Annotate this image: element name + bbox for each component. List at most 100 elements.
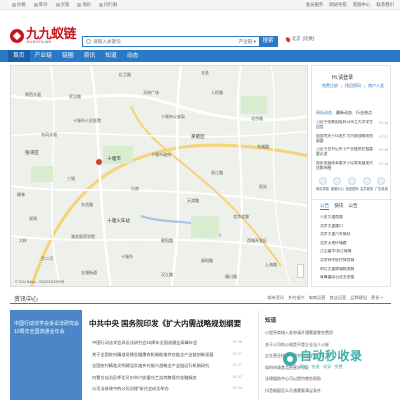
list-item[interactable]: 习近平总书记关于产业链供应链重要论述 07-15: [316, 147, 388, 161]
map-label-34: 五堰街道: [81, 270, 97, 275]
map-label-2: 五金: [201, 70, 209, 75]
map-label-32: 郧阳路: [201, 258, 213, 263]
map-label-27: 湖北医药学院: [71, 234, 95, 239]
search-category[interactable]: 产业链 ▾: [239, 37, 259, 46]
topbar-link-1[interactable]: 价格: [12, 2, 26, 8]
location-switch[interactable]: [切换]: [303, 36, 314, 42]
nav-dynamic[interactable]: 动态: [122, 50, 144, 62]
map-label-26: 大岭: [19, 238, 27, 243]
stock-icon: [33, 2, 38, 7]
quick-ads[interactable]: 广告投放: [375, 177, 388, 191]
map-label-11: 东风大道: [41, 132, 57, 137]
site-logo[interactable]: 九九蚁链 JIUJIUYILIAN: [10, 26, 77, 44]
list-item[interactable]: 国家发展改革委关于培育发展现代化都市圈 07-13: [316, 161, 388, 175]
site-nav-link[interactable]: 网站导航: [329, 2, 347, 8]
key-icon: [348, 177, 356, 185]
link-ecom[interactable]: 电商运营: [309, 295, 326, 301]
nav-news[interactable]: 资讯: [79, 50, 101, 62]
service-icon: [333, 177, 342, 185]
forget-link[interactable]: 找回密码: [345, 83, 361, 89]
quick-password[interactable]: 找回密码: [345, 177, 359, 191]
list-item[interactable]: 青峰嘉园石化五金楼: [320, 275, 390, 284]
list-item[interactable]: 国务院关于印发扩大内需战略规划纲要 07-17: [316, 134, 388, 148]
map-label-5: 天府广场: [143, 90, 159, 95]
tab-notice[interactable]: 公告: [320, 203, 330, 210]
map-label-4: 武当路: [69, 94, 81, 99]
tab-hot[interactable]: 行业热点: [356, 110, 372, 116]
buyer-icon: [55, 2, 60, 7]
list-item[interactable]: 北京大道汽车城站: [320, 232, 390, 241]
list-item[interactable]: 关于全国农村精准党建金融惠农机制助推供应链全产业链创新发展 07-17: [92, 352, 242, 364]
nav-know[interactable]: 知道: [100, 50, 122, 62]
list-item[interactable]: 抖音橱窗怎么开通需要满足条件: [265, 388, 390, 400]
knowledge-title: 知道: [265, 318, 277, 324]
service-link[interactable]: 客服中心: [353, 2, 371, 8]
side-list-2: 人民大道南路 北京大道路口 北京大道汽车城站 北京天地环城路 江山嘉华/浙江绿城…: [320, 215, 390, 284]
logo-icon: [10, 28, 24, 43]
tab-site-news[interactable]: 网站动态: [316, 110, 332, 116]
location: 北京 [切换]: [284, 35, 314, 43]
divider: [312, 199, 392, 200]
watermark-logo-icon: [283, 351, 297, 366]
list-item[interactable]: 内蒙古自治区呼伦贝尔市兴安盟乌兰浩特旗境内金融服务 07-17: [92, 375, 242, 387]
topbar-link-4[interactable]: 询价: [77, 2, 91, 8]
search-button[interactable]: 搜索: [259, 37, 277, 46]
map-label-1: 红卫路: [119, 72, 131, 77]
list-item[interactable]: 习近平给美国塔科马州立大学学生回信 07-14: [316, 120, 388, 134]
list-item[interactable]: 法律援助中心可以提供哪些帮助: [265, 376, 390, 388]
brand-name: 九九蚁链: [26, 26, 77, 41]
link-more[interactable]: 更多 >: [371, 295, 383, 301]
link-city[interactable]: 城市资讯: [267, 295, 284, 301]
seller-link[interactable]: 商户入驻: [368, 83, 384, 89]
search-bar: 产业链 ▾ 搜索: [82, 36, 278, 47]
topbar-link-2[interactable]: 库存: [33, 2, 48, 8]
side-tabs-2: 公告 快讯 公告: [320, 203, 358, 210]
quick-member[interactable]: 会员服务: [360, 177, 373, 191]
location-pin-icon: [284, 35, 292, 43]
tab-latest[interactable]: 最新动态: [336, 110, 352, 116]
user-sidebar: Hi,请登录 免费注册 | 找回密码 | 商户入驻 网站动态 最新动态 行业热点…: [311, 65, 392, 287]
headline[interactable]: 中共中央 国务院印发《扩大内需战略规划纲要: [89, 318, 241, 329]
list-item[interactable]: 江山嘉华/浙江绿城: [320, 249, 390, 258]
tab-notice-2[interactable]: 公告: [348, 203, 357, 210]
nav-home[interactable]: 首页: [8, 50, 30, 62]
ads-icon: [377, 177, 386, 185]
topbar-link-3[interactable]: 买家: [55, 2, 69, 8]
topbar-link-5[interactable]: 同行群: [99, 2, 117, 8]
map-label-16: 三堰: [67, 176, 75, 181]
list-item[interactable]: 明月大道商城物流城: [320, 267, 390, 276]
map-label-8: 十堰市人民医院: [73, 118, 101, 123]
member-icon: [362, 177, 371, 185]
list-item[interactable]: 全国农村精准文明建设实施乡村振兴战略全产业链运行机制研究 07-17: [92, 363, 242, 375]
list-item[interactable]: 北京四中医疗保险城: [320, 258, 390, 267]
city-map[interactable]: 红卫路 五金 鄂西大道 武当路 天府广场 十堰市 人民路 十堰市人民医院 十堰市…: [10, 65, 308, 287]
map-label-17: 浙江路: [211, 170, 223, 175]
search-input[interactable]: [93, 37, 239, 46]
register-link[interactable]: 免费注册: [322, 83, 338, 89]
list-item[interactable]: 公司法修改中的公司治理“研讨会成功举办 07-14: [92, 386, 242, 398]
quick-service[interactable]: 客服中心: [331, 177, 344, 191]
quick-nav[interactable]: 网站导航: [316, 177, 329, 191]
contact-link[interactable]: 联系我们: [376, 2, 394, 8]
nav-circle[interactable]: 链圈: [57, 50, 79, 62]
search-icon: [86, 39, 91, 44]
link-brand[interactable]: 品牌建设: [350, 295, 367, 301]
map-label-13: 张湾区: [25, 150, 39, 155]
map-label-29: 西城开发区: [247, 238, 267, 243]
link-biz[interactable]: 商业运营: [329, 295, 346, 301]
list-item[interactable]: 北京大道路口: [320, 224, 390, 233]
member-link[interactable]: 会员服务: [306, 2, 324, 8]
tab-flash[interactable]: 快讯: [334, 203, 343, 210]
map-label-10: 北京路: [251, 116, 263, 121]
list-item[interactable]: 北京天地环城路: [320, 241, 390, 250]
map-attribution: © 2024 Baidu - GS(2023)3206号: [15, 280, 65, 284]
map-label-3: 鄂西大道: [25, 92, 41, 97]
list-item[interactable]: 小程序商城入驻申请开通需要哪些费用: [265, 330, 390, 342]
map-zoom-control[interactable]: [297, 264, 304, 278]
link-rural[interactable]: 乡村振兴: [288, 295, 305, 301]
nav-icon: [318, 177, 327, 185]
list-item[interactable]: 中国行动法学会诉讼法研究会10周年全国流通业高峰年会 07-15: [92, 340, 242, 352]
feature-image[interactable]: 中国行动法学会诉讼法研究会10周年全国流通业年会: [10, 310, 82, 400]
list-item[interactable]: 人民大道南路: [320, 215, 390, 224]
nav-chain[interactable]: 产业链: [30, 50, 57, 62]
